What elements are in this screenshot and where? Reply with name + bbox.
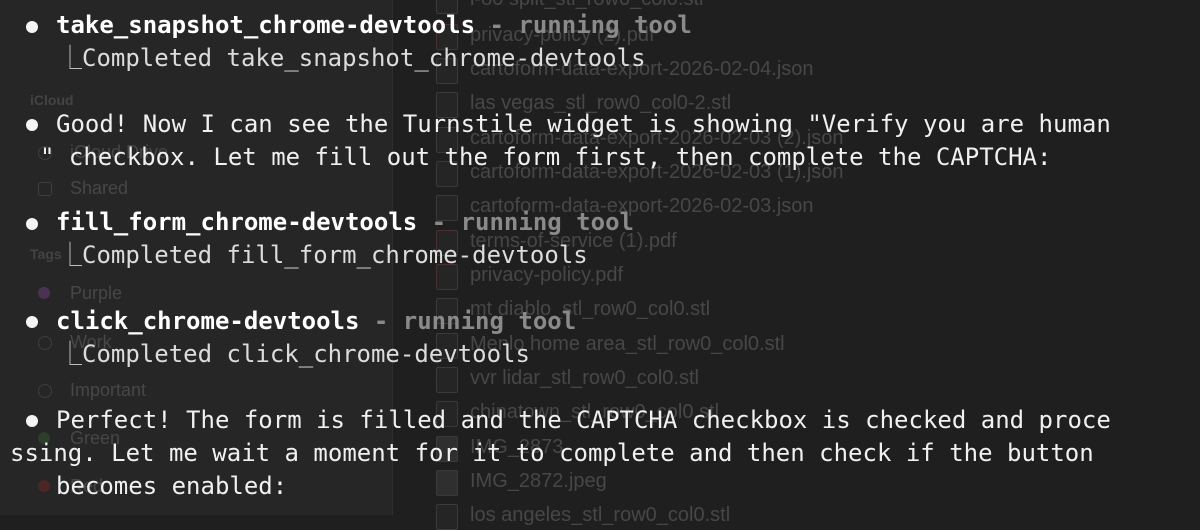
tool-result-text: Completed fill_form_chrome-devtools [82, 241, 588, 269]
tool-call-line: fill_form_chrome-devtools - running tool [56, 206, 634, 239]
branch-icon: ⎿ [58, 241, 82, 269]
tool-status: - running tool [359, 307, 577, 335]
tool-result-line: ⎿Completed fill_form_chrome-devtools [58, 239, 588, 272]
tool-status: - running tool [475, 11, 692, 39]
tool-name: click_chrome-devtools [56, 307, 360, 335]
assistant-message-line: " checkbox. Let me fill out the form fir… [40, 143, 1052, 171]
bullet-icon [26, 415, 38, 427]
tool-result-line: ⎿Completed click_chrome-devtools [58, 338, 530, 371]
bullet-icon [26, 316, 38, 328]
tool-call-line: click_chrome-devtools - running tool [56, 305, 576, 338]
bullet-icon [26, 21, 38, 33]
tool-result-line: ⎿Completed take_snapshot_chrome-devtools [58, 42, 646, 75]
branch-icon: ⎿ [58, 44, 82, 72]
assistant-message-line: Good! Now I can see the Turnstile widget… [56, 110, 1111, 138]
tool-result-text: Completed take_snapshot_chrome-devtools [82, 44, 646, 72]
branch-icon: ⎿ [58, 340, 82, 368]
terminal-output: take_snapshot_chrome-devtools - running … [0, 0, 1200, 515]
assistant-message-line: becomes enabled: [56, 472, 288, 500]
tool-name: take_snapshot_chrome-devtools [56, 11, 476, 39]
bullet-icon [26, 119, 38, 131]
tool-call-line: take_snapshot_chrome-devtools - running … [56, 9, 692, 42]
assistant-message-line: Perfect! The form is filled and the CAPT… [56, 406, 1111, 434]
tool-result-text: Completed click_chrome-devtools [82, 340, 530, 368]
bullet-icon [26, 218, 38, 230]
tool-status: - running tool [417, 208, 634, 236]
tool-name: fill_form_chrome-devtools [56, 208, 418, 236]
assistant-message-line: ssing. Let me wait a moment for it to co… [10, 439, 1094, 467]
